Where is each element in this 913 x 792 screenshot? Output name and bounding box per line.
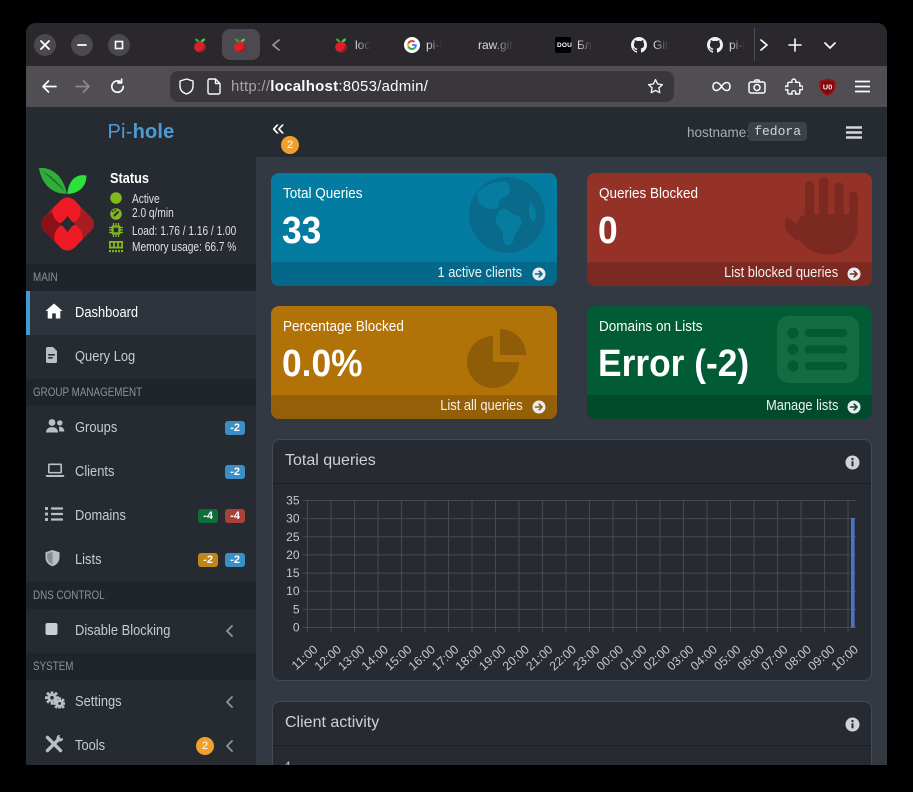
svg-text:10:00: 10:00 — [829, 642, 861, 673]
svg-text:10: 10 — [286, 584, 300, 598]
svg-text:0: 0 — [293, 621, 300, 635]
svg-text:30: 30 — [286, 512, 300, 526]
svg-text:25: 25 — [286, 530, 300, 544]
svg-text:35: 35 — [286, 494, 300, 508]
svg-text:15: 15 — [286, 566, 300, 580]
svg-text:20: 20 — [286, 548, 300, 562]
svg-text:U0: U0 — [823, 83, 833, 92]
svg-text:5: 5 — [293, 602, 300, 616]
